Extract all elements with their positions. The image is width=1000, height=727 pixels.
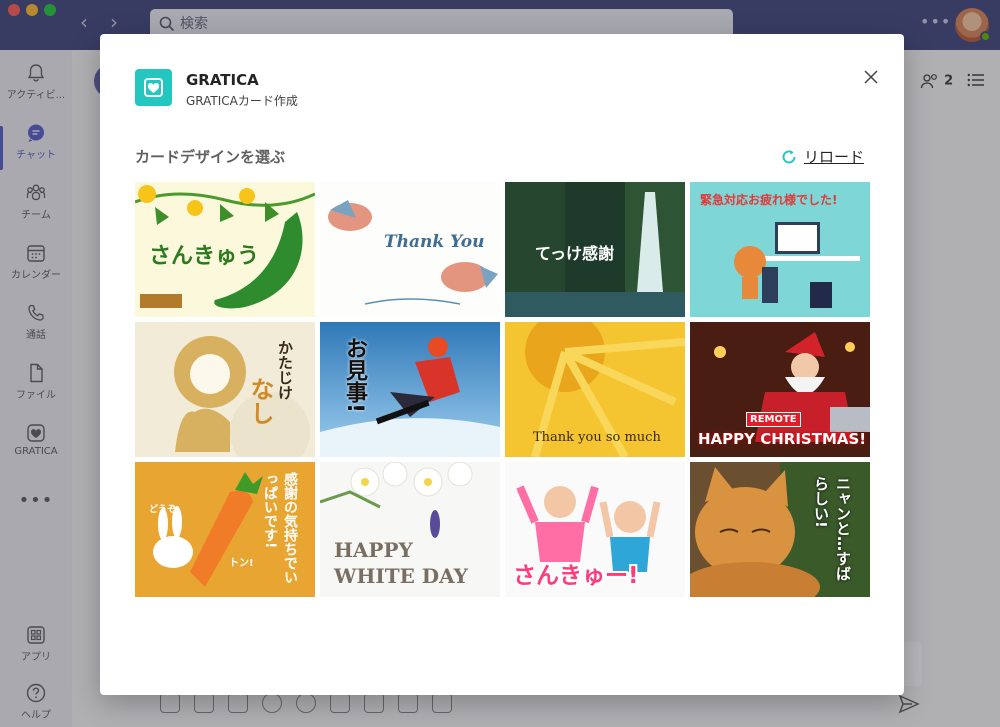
- section-title: カードデザインを選ぶ: [135, 148, 286, 166]
- card-remote-christmas[interactable]: REMOTE HAPPY CHRISTMAS!: [690, 322, 870, 457]
- card-text: Thank You: [384, 232, 485, 252]
- card-thank-you-birds[interactable]: Thank You: [320, 182, 500, 317]
- reload-icon: [782, 150, 796, 164]
- card-sankyu-cucumber[interactable]: さんきゅう: [135, 182, 315, 317]
- heart-icon: [147, 83, 160, 93]
- gratica-logo: [135, 69, 172, 106]
- card-sankyu-babies[interactable]: さんきゅー!: [505, 462, 685, 597]
- gratica-dialog: GRATICA GRATICAカード作成 カードデザインを選ぶ リロード さんき…: [100, 34, 904, 695]
- card-text-bottom: なし: [246, 377, 274, 425]
- card-nyanto-cat[interactable]: ニャンと…すばらしい!: [690, 462, 870, 597]
- app-name: GRATICA: [186, 71, 259, 89]
- card-text: さんきゅー!: [513, 563, 639, 589]
- card-text-small: どうぞ: [149, 505, 177, 515]
- card-text: さんきゅう: [149, 244, 260, 269]
- card-line1: HAPPY: [334, 538, 413, 562]
- card-text: お見事!: [342, 337, 367, 414]
- card-text: ニャンと…すばらしい!: [812, 476, 852, 581]
- card-sunflower[interactable]: Thank you so much: [505, 322, 685, 457]
- card-text: Thank you so much: [533, 430, 661, 445]
- card-text-ton: トン!: [229, 558, 254, 569]
- card-text: てっけ感謝: [535, 244, 615, 263]
- card-text-vertical: 感謝の気持ちでいっぱいです!: [262, 472, 298, 584]
- card-kokoro-kara-kansha[interactable]: てっけ感謝: [505, 182, 685, 317]
- card-line2: WHITE DAY: [334, 564, 468, 588]
- reload-label: リロード: [804, 148, 865, 166]
- card-happy-white-day[interactable]: HAPPY WHITE DAY: [320, 462, 500, 597]
- card-text: HAPPY CHRISTMAS!: [698, 430, 867, 448]
- card-omigoto-snowboard[interactable]: お見事!: [320, 322, 500, 457]
- card-text: 緊急対応お疲れ様でした!: [700, 193, 838, 207]
- card-text-top: かたじけ: [276, 340, 294, 400]
- card-carrot-rabbit[interactable]: どうぞ 感謝の気持ちでいっぱいです! トン!: [135, 462, 315, 597]
- app-subtitle: GRATICAカード作成: [186, 94, 298, 108]
- card-grid: さんきゅう Thank You てっけ感謝 緊急対応お疲れ様でした! かたじけ …: [135, 182, 870, 597]
- card-katajikenashi[interactable]: かたじけ なし: [135, 322, 315, 457]
- card-badge: REMOTE: [746, 412, 801, 427]
- card-kinkyu-taiou[interactable]: 緊急対応お疲れ様でした!: [690, 182, 870, 317]
- close-icon[interactable]: [860, 66, 882, 88]
